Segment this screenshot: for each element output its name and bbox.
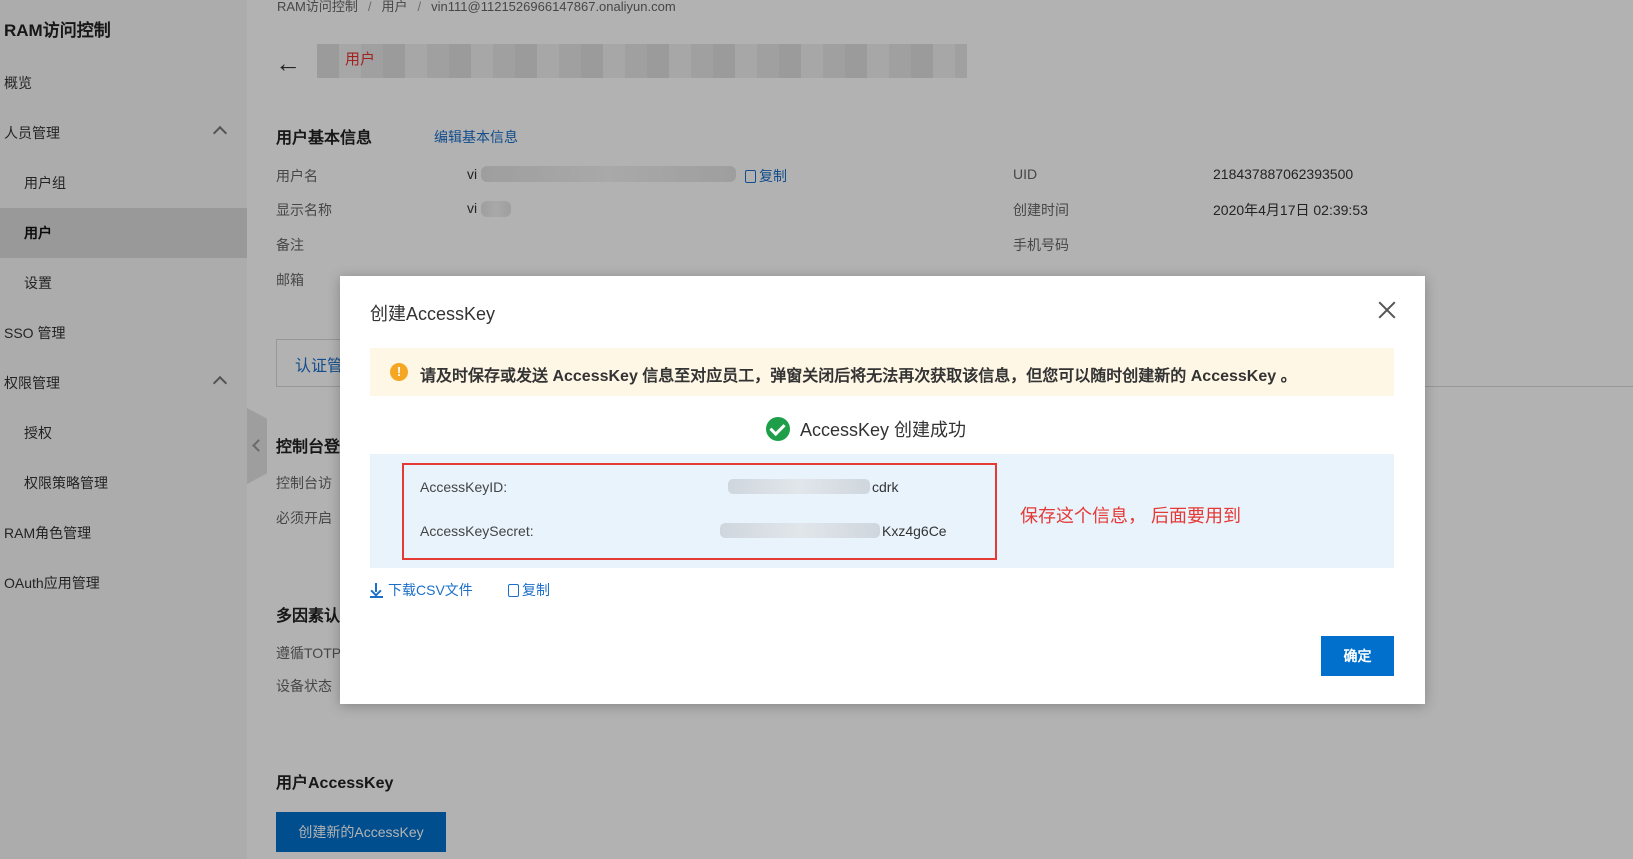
accesskey-id-label: AccessKeyID:	[420, 479, 508, 495]
warning-banner: ! 请及时保存或发送 AccessKey 信息至对应员工，弹窗关闭后将无法再次获…	[370, 348, 1394, 396]
save-info-annotation: 保存这个信息， 后面要用到	[1020, 506, 1241, 526]
download-icon-base	[370, 596, 383, 598]
download-icon	[370, 583, 382, 597]
redaction	[728, 479, 870, 494]
check-circle-icon	[766, 417, 790, 441]
copy-label: 复制	[522, 582, 550, 598]
download-csv-link[interactable]: 下载CSV文件	[370, 580, 473, 600]
copy-icon	[508, 584, 519, 597]
redaction	[720, 523, 880, 538]
modal-title: 创建AccessKey	[370, 304, 496, 324]
create-accesskey-modal: 创建AccessKey ! 请及时保存或发送 AccessKey 信息至对应员工…	[340, 276, 1425, 704]
copy-accesskey-link[interactable]: 复制	[508, 580, 550, 600]
warning-text: 请及时保存或发送 AccessKey 信息至对应员工，弹窗关闭后将无法再次获取该…	[420, 368, 1297, 385]
accesskey-secret-label: AccessKeySecret:	[420, 523, 534, 539]
warning-icon: !	[390, 363, 408, 381]
accesskey-id-value: cdrk	[872, 479, 899, 495]
confirm-button[interactable]: 确定	[1321, 636, 1394, 676]
highlight-rectangle	[402, 463, 997, 560]
download-label: 下载CSV文件	[388, 582, 473, 598]
success-message: AccessKey 创建成功	[800, 420, 967, 440]
close-icon[interactable]	[1375, 298, 1399, 322]
accesskey-secret-value: Kxz4g6Ce	[882, 523, 947, 539]
